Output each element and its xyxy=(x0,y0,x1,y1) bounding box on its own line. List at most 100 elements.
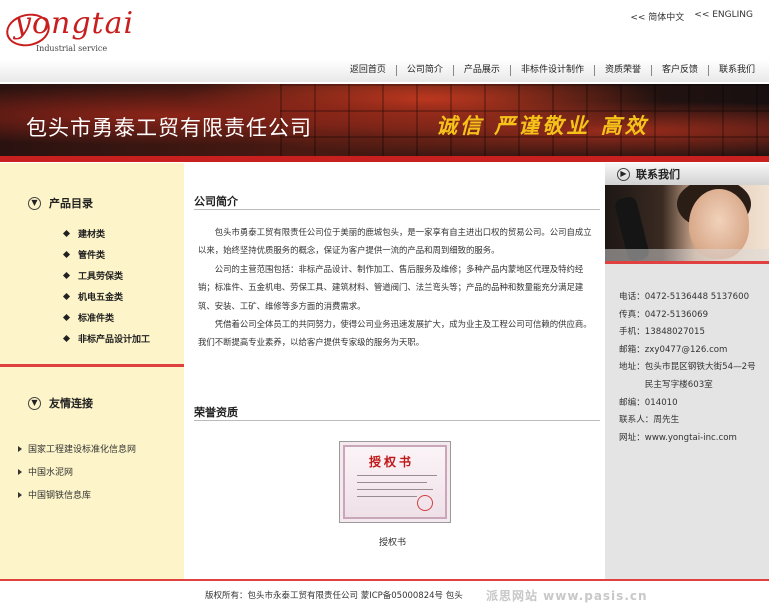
contact-address: 地址： 包头市昆区钢铁大街54—2号民主写字楼603室 xyxy=(619,359,765,394)
photo-shadow xyxy=(605,249,769,261)
diamond-bullet-icon xyxy=(62,250,71,259)
triangle-bullet-icon xyxy=(18,445,22,452)
contact-label: 地址： xyxy=(619,362,645,373)
lang-english-link[interactable]: << ENGLING xyxy=(694,10,753,23)
category-label: 机电五金类 xyxy=(78,293,124,303)
nav-feedback[interactable]: 客户反馈 xyxy=(650,65,708,76)
category-label: 非标产品设计加工 xyxy=(78,335,151,345)
category-label: 建材类 xyxy=(78,230,106,240)
friendly-link-label: 国家工程建设标准化信息网 xyxy=(28,445,137,455)
nav-custom-parts[interactable]: 非标件设计制作 xyxy=(509,65,594,76)
contact-label: 邮编： xyxy=(619,397,645,408)
nav-home[interactable]: 返回首页 xyxy=(340,65,396,76)
contact-value: 周先生 xyxy=(653,415,680,426)
certificate-caption[interactable]: 授权书 xyxy=(379,535,406,548)
right-sidebar: ▶ 联系我们 电话： 0472-5136448 5137600 传真： 0472-5… xyxy=(605,163,769,579)
contact-accent-bar xyxy=(605,261,769,264)
contact-label: 电话： xyxy=(619,292,645,302)
nav-honors[interactable]: 资质荣誉 xyxy=(593,65,651,76)
nav-contact[interactable]: 联系我们 xyxy=(707,65,765,76)
friendly-link-label: 中国水泥网 xyxy=(28,468,74,478)
category-label: 工具劳保类 xyxy=(78,272,124,282)
contact-value: 包头市昆区钢铁大街54—2号民主写字楼603室 xyxy=(644,362,756,390)
about-title: 公司简介 xyxy=(194,195,238,208)
banner-company-name: 包头市勇泰工贸有限责任公司 xyxy=(26,116,312,140)
friendly-link[interactable]: 中国钢铁信息库 xyxy=(18,483,136,506)
main-content: 公司简介 包头市勇泰工贸有限责任公司位于美丽的鹿城包头，是一家享有自主进出口权的… xyxy=(184,163,605,579)
diamond-bullet-icon xyxy=(62,334,71,343)
honor-title: 荣誉资质 xyxy=(194,406,238,419)
category-item[interactable]: 机电五金类 xyxy=(62,286,150,307)
contact-fax: 传真： 0472-5136069 xyxy=(619,307,765,325)
certificate-text-line xyxy=(357,482,427,483)
certificate-frame: 授权书 xyxy=(343,445,447,519)
logo-word: yongtai xyxy=(14,6,135,41)
category-item[interactable]: 非标产品设计加工 xyxy=(62,328,151,349)
product-category-list: 建材类 管件类 工具劳保类 机电五金类 标准件类 非标产品设计加工 xyxy=(62,223,151,349)
contact-heading: ▶ 联系我们 xyxy=(605,163,769,185)
diamond-bullet-icon xyxy=(62,229,71,238)
seal-icon xyxy=(417,495,433,511)
contact-postcode: 邮编： 014010 xyxy=(619,395,765,413)
about-paragraph: 包头市勇泰工贸有限责任公司位于美丽的鹿城包头，是一家享有自主进出口权的贸易公司。… xyxy=(198,227,592,256)
sidebar-divider xyxy=(0,364,184,367)
contact-value: 13848027015 xyxy=(644,327,705,338)
contact-label: 网址： xyxy=(619,432,645,443)
friendly-link-label: 中国钢铁信息库 xyxy=(28,491,92,501)
contact-person: 联系人： 周先生 xyxy=(619,412,765,430)
lang-simplified-chinese-link[interactable]: << 简体中文 xyxy=(630,10,684,23)
banner: 包头市勇泰工贸有限责任公司 诚信 严谨敬业 高效 xyxy=(0,84,769,162)
contact-value: 014010 xyxy=(644,397,678,408)
triangle-bullet-icon xyxy=(18,468,22,475)
banner-slogan: 诚信 严谨敬业 高效 xyxy=(436,113,649,138)
certificate-text-line xyxy=(357,489,433,490)
friendly-link[interactable]: 中国水泥网 xyxy=(18,460,136,483)
down-arrow-circle-icon: ▼ xyxy=(28,396,41,410)
contact-value: 0472-5136069 xyxy=(644,309,709,320)
contact-email[interactable]: 邮箱： zxy0477@126.com xyxy=(619,342,765,360)
logo-subtitle: Industrial service xyxy=(36,44,108,53)
contact-mobile: 手机： 13848027015 xyxy=(619,324,765,342)
footer: 版权所有：包头市永泰工贸有限责任公司 蒙ICP备05000824号 包头 派思网… xyxy=(0,581,769,606)
footer-copyright: 版权所有：包头市永泰工贸有限责任公司 蒙ICP备05000824号 包头 xyxy=(205,591,463,601)
certificate-image[interactable]: 授权书 xyxy=(339,441,451,523)
top-nav: 返回首页 公司简介 产品展示 非标件设计制作 资质荣誉 客户反馈 联系我们 xyxy=(0,60,769,82)
contact-phone: 电话： 0472-5136448 5137600 xyxy=(619,289,765,307)
contact-value: zxy0477@126.com xyxy=(644,344,728,355)
product-catalog-title: 产品目录 xyxy=(49,197,93,210)
honor-section-heading: 荣誉资质 xyxy=(194,401,600,421)
header: yongtai Industrial service << 简体中文 << EN… xyxy=(0,0,769,58)
triangle-bullet-icon xyxy=(18,491,22,498)
category-item[interactable]: 工具劳保类 xyxy=(62,265,150,286)
contact-label: 手机： xyxy=(619,327,645,338)
category-item[interactable]: 标准件类 xyxy=(62,307,150,328)
contact-value: www.yongtai-inc.com xyxy=(644,432,737,443)
category-item[interactable]: 管件类 xyxy=(62,244,150,265)
customer-service-photo xyxy=(605,185,769,261)
friendly-link-list: 国家工程建设标准化信息网 中国水泥网 中国钢铁信息库 xyxy=(18,437,136,506)
banner-red-bar xyxy=(0,156,769,162)
logo[interactable]: yongtai Industrial service xyxy=(3,4,133,56)
friendly-links-heading: ▼ 友情连接 xyxy=(28,395,93,411)
contact-website[interactable]: 网址： www.yongtai-inc.com xyxy=(619,430,765,448)
left-sidebar: ▼ 产品目录 建材类 管件类 工具劳保类 机电五金类 标准件类 非标产品设计加工… xyxy=(0,163,184,579)
friendly-links-title: 友情连接 xyxy=(49,397,93,410)
category-label: 标准件类 xyxy=(78,314,115,324)
certificate-text-line xyxy=(357,475,437,476)
about-paragraph: 公司的主营范围包括：非标产品设计、制作加工、售后服务及维修；多种产品内蒙地区代理… xyxy=(198,263,584,311)
about-text: 包头市勇泰工贸有限责任公司位于美丽的鹿城包头，是一家享有自主进出口权的贸易公司。… xyxy=(198,223,598,352)
certificate-text-line xyxy=(357,496,417,497)
contact-label: 邮箱： xyxy=(619,344,645,355)
about-paragraph: 凭借着公司全体员工的共同努力，使得公司业务迅速发展扩大，成为业主及工程公司可信赖… xyxy=(198,319,592,348)
category-item[interactable]: 建材类 xyxy=(62,223,150,244)
contact-list: 电话： 0472-5136448 5137600 传真： 0472-5136069 … xyxy=(619,289,765,447)
friendly-link[interactable]: 国家工程建设标准化信息网 xyxy=(18,437,136,460)
nav-about[interactable]: 公司简介 xyxy=(395,65,453,76)
about-section-heading: 公司简介 xyxy=(194,190,600,210)
down-arrow-circle-icon: ▼ xyxy=(28,196,41,210)
product-catalog-heading: ▼ 产品目录 xyxy=(28,195,93,211)
diamond-bullet-icon xyxy=(62,271,71,280)
nav-products[interactable]: 产品展示 xyxy=(452,65,510,76)
certificate-heading: 授权书 xyxy=(369,455,415,469)
diamond-bullet-icon xyxy=(62,313,71,322)
